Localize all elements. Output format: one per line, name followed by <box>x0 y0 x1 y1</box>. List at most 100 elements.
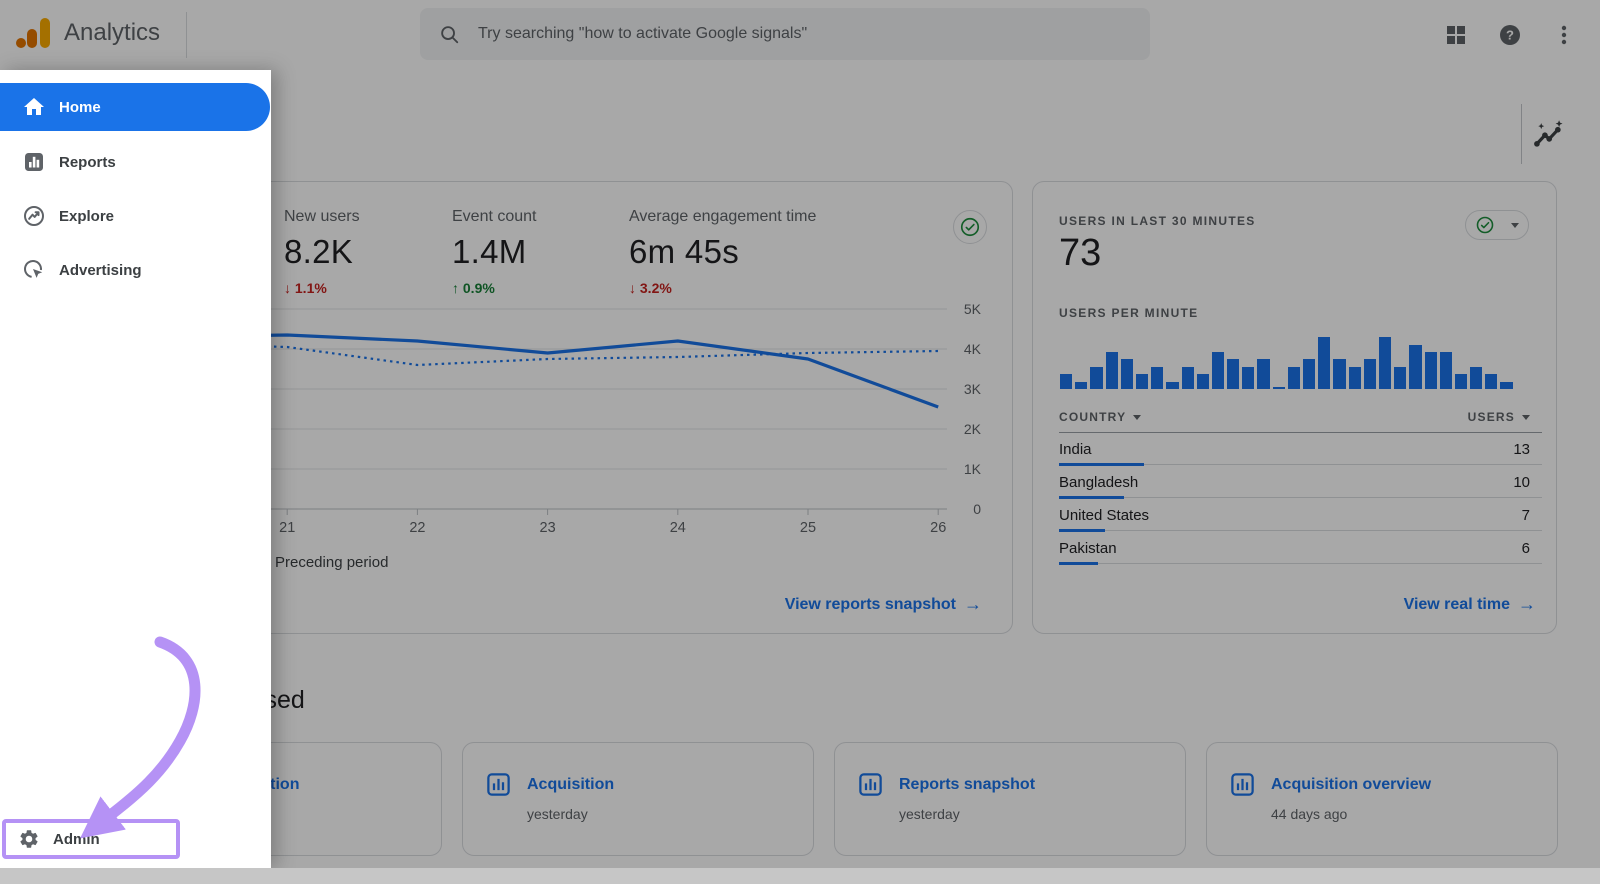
report-card-icon <box>485 771 512 798</box>
link-label: View reports snapshot <box>785 596 956 614</box>
sort-caret-icon <box>1133 415 1141 420</box>
insights-icon[interactable] <box>1532 118 1564 150</box>
nav-drawer: Home Reports Explore Advertising Admin <box>0 70 271 868</box>
country-table-body: India13Bangladesh10United States7Pakista… <box>1059 435 1542 567</box>
chevron-down-icon <box>1511 223 1519 228</box>
per-minute-bar <box>1364 359 1376 389</box>
admin-item[interactable]: Admin <box>2 819 180 859</box>
per-minute-bar <box>1273 387 1285 389</box>
more-vert-icon[interactable] <box>1552 23 1576 47</box>
metric-label: New users <box>284 208 360 226</box>
report-card-icon <box>1229 771 1256 798</box>
delta-arrow-icon: ↑ <box>452 280 459 296</box>
data-quality-badge[interactable] <box>953 210 987 244</box>
per-minute-bar <box>1090 367 1102 389</box>
country-value-bar <box>1059 562 1098 565</box>
metric-value: 8.2K <box>284 233 360 271</box>
per-minute-bar <box>1485 374 1497 389</box>
per-minute-bar <box>1500 382 1512 389</box>
view-reports-snapshot-link[interactable]: View reports snapshot <box>785 594 982 615</box>
reports-icon <box>22 150 46 174</box>
sidebar-item-home[interactable]: Home <box>0 83 270 131</box>
view-real-time-link[interactable]: View real time <box>1404 594 1536 615</box>
per-minute-bar <box>1455 374 1467 389</box>
table-row[interactable]: Bangladesh10 <box>1059 468 1542 501</box>
recent-card-acquisition-overview[interactable]: Acquisition overview 44 days ago <box>1206 742 1558 856</box>
per-minute-bar <box>1151 367 1163 389</box>
users-count: 13 <box>1513 441 1530 458</box>
per-minute-bar <box>1197 374 1209 389</box>
apps-grid-icon[interactable] <box>1444 23 1468 47</box>
country-name: Pakistan <box>1059 540 1117 557</box>
column-label: USERS <box>1468 410 1515 424</box>
sidebar-item-label: Explore <box>59 208 114 225</box>
per-minute-bar <box>1060 374 1072 389</box>
recent-card-subtitle: yesterday <box>899 806 960 822</box>
users-per-minute-bar-chart <box>1060 332 1525 389</box>
country-name: Bangladesh <box>1059 474 1138 491</box>
row-divider <box>1059 530 1542 531</box>
per-minute-bar <box>1349 367 1361 389</box>
report-card-icon <box>857 771 884 798</box>
metric-delta: ↓ 3.2% <box>629 280 816 296</box>
per-minute-bar <box>1136 374 1148 389</box>
country-table-header: COUNTRY USERS <box>1059 410 1530 424</box>
x-axis-tick-label: 25 <box>800 520 816 536</box>
analytics-logo[interactable]: Analytics <box>14 16 160 50</box>
realtime-quality-pill[interactable] <box>1465 210 1529 240</box>
help-icon[interactable]: ? <box>1498 23 1522 47</box>
metric-label: Average engagement time <box>629 208 816 226</box>
delta-value: 3.2% <box>640 280 672 296</box>
metric-label: Event count <box>452 208 537 226</box>
per-minute-bar <box>1333 359 1345 389</box>
sidebar-item-label: Home <box>59 99 101 116</box>
sidebar-item-label: Reports <box>59 154 116 171</box>
users-column-header[interactable]: USERS <box>1468 410 1530 424</box>
table-row[interactable]: Pakistan6 <box>1059 534 1542 567</box>
delta-arrow-icon: ↓ <box>284 280 291 296</box>
search-icon <box>438 23 460 45</box>
users-count: 7 <box>1522 507 1530 524</box>
svg-text:?: ? <box>1506 28 1514 43</box>
metric-new-users: New users 8.2K ↓ 1.1% <box>284 208 360 296</box>
table-row[interactable]: India13 <box>1059 435 1542 468</box>
realtime-card: USERS IN LAST 30 MINUTES 73 USERS PER MI… <box>1032 181 1557 634</box>
per-minute-bar <box>1425 352 1437 389</box>
table-row[interactable]: United States7 <box>1059 501 1542 534</box>
admin-label: Admin <box>53 831 100 848</box>
sidebar-item-advertising[interactable]: Advertising <box>0 243 270 297</box>
sidebar-item-explore[interactable]: Explore <box>0 189 270 243</box>
per-minute-bar <box>1409 345 1421 389</box>
x-axis-tick-label: 24 <box>670 520 686 536</box>
per-minute-bar <box>1303 359 1315 389</box>
per-minute-bar <box>1440 352 1452 389</box>
per-minute-bar <box>1212 352 1224 389</box>
x-axis-tick-label: 23 <box>540 520 556 536</box>
recent-card-subtitle: 44 days ago <box>1271 806 1347 822</box>
country-value-bar <box>1059 496 1124 499</box>
per-minute-bar <box>1166 382 1178 389</box>
search-bar[interactable] <box>420 8 1150 60</box>
per-minute-bar <box>1394 367 1406 389</box>
screenshot-bottom-edge <box>0 868 1600 884</box>
current-period-line <box>157 335 938 407</box>
search-input[interactable] <box>476 24 1100 44</box>
link-label: View real time <box>1404 596 1510 614</box>
metric-avg-engagement-time: Average engagement time 6m 45s ↓ 3.2% <box>629 208 816 296</box>
country-column-header[interactable]: COUNTRY <box>1059 410 1141 424</box>
header-divider <box>186 12 187 58</box>
metric-value: 6m 45s <box>629 233 816 271</box>
preceding-period-line <box>157 343 938 365</box>
sidebar-item-reports[interactable]: Reports <box>0 135 270 189</box>
recent-card-acquisition[interactable]: Acquisition yesterday <box>462 742 814 856</box>
per-minute-bar <box>1242 367 1254 389</box>
per-minute-bar <box>1288 367 1300 389</box>
realtime-title: USERS IN LAST 30 MINUTES <box>1059 214 1256 228</box>
per-minute-bar <box>1379 337 1391 389</box>
advertising-icon <box>22 258 46 282</box>
per-minute-bar <box>1106 352 1118 389</box>
metric-event-count: Event count 1.4M ↑ 0.9% <box>452 208 537 296</box>
recent-card-reports-snapshot[interactable]: Reports snapshot yesterday <box>834 742 1186 856</box>
per-minute-bar <box>1182 367 1194 389</box>
check-circle-icon <box>959 216 981 238</box>
